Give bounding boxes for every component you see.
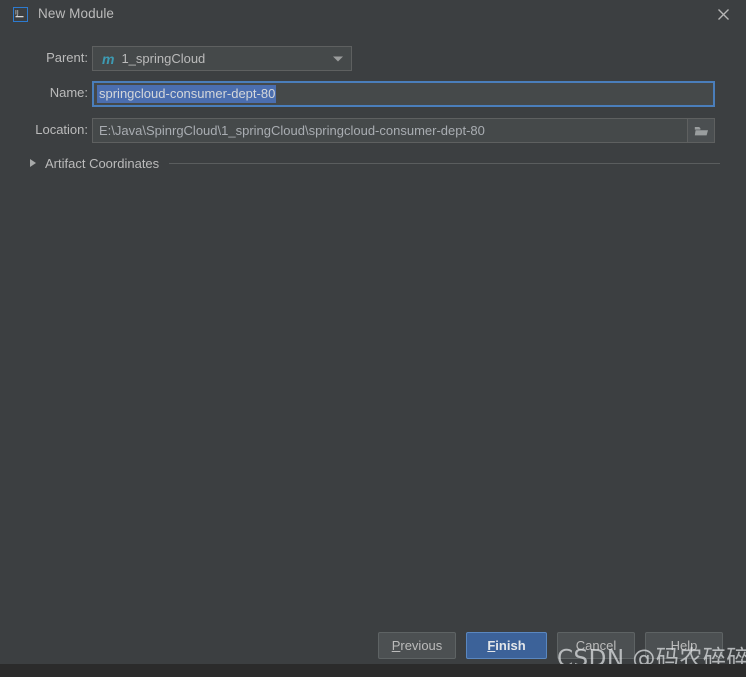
- folder-icon[interactable]: [687, 119, 714, 142]
- parent-label: Parent:: [46, 50, 88, 65]
- bottom-strip: [0, 664, 746, 677]
- parent-combobox[interactable]: m 1_springCloud: [92, 46, 352, 71]
- chevron-down-icon[interactable]: [333, 56, 343, 61]
- parent-row: Parent: m 1_springCloud: [0, 46, 746, 72]
- maven-module-icon: m: [102, 50, 115, 67]
- location-row: Location: E:\Java\SpinrgCloud\1_springCl…: [0, 118, 746, 144]
- new-module-dialog: IJ New Module Parent: m 1_springCloud Na…: [0, 0, 746, 677]
- previous-button[interactable]: Previous: [378, 632, 456, 659]
- svg-text:IJ: IJ: [15, 10, 19, 17]
- name-input-value: springcloud-consumer-dept-80: [97, 85, 277, 103]
- artifact-coordinates-label: Artifact Coordinates: [45, 155, 160, 171]
- section-divider: [169, 162, 720, 164]
- artifact-coordinates-toggle[interactable]: Artifact Coordinates: [30, 154, 720, 172]
- cancel-button[interactable]: Cancel: [557, 632, 635, 659]
- location-label: Location:: [35, 122, 88, 137]
- dialog-footer: Previous Finish Cancel Help: [0, 629, 746, 664]
- location-input[interactable]: E:\Java\SpinrgCloud\1_springCloud\spring…: [92, 118, 715, 143]
- intellij-idea-logo-icon: IJ: [13, 7, 28, 22]
- previous-button-label-rest: revious: [400, 638, 443, 653]
- dialog-titlebar: IJ New Module: [0, 0, 746, 29]
- name-label: Name:: [49, 85, 88, 100]
- help-button[interactable]: Help: [645, 632, 723, 659]
- finish-button-label-rest: inish: [495, 638, 526, 653]
- finish-button[interactable]: Finish: [466, 632, 547, 659]
- close-icon[interactable]: [700, 0, 746, 29]
- name-input[interactable]: springcloud-consumer-dept-80: [92, 81, 715, 107]
- location-input-value: E:\Java\SpinrgCloud\1_springCloud\spring…: [99, 123, 485, 138]
- parent-selected-value: 1_springCloud: [121, 51, 206, 66]
- chevron-right-icon[interactable]: [30, 159, 36, 167]
- name-row: Name: springcloud-consumer-dept-80: [0, 81, 746, 107]
- dialog-title: New Module: [38, 6, 115, 21]
